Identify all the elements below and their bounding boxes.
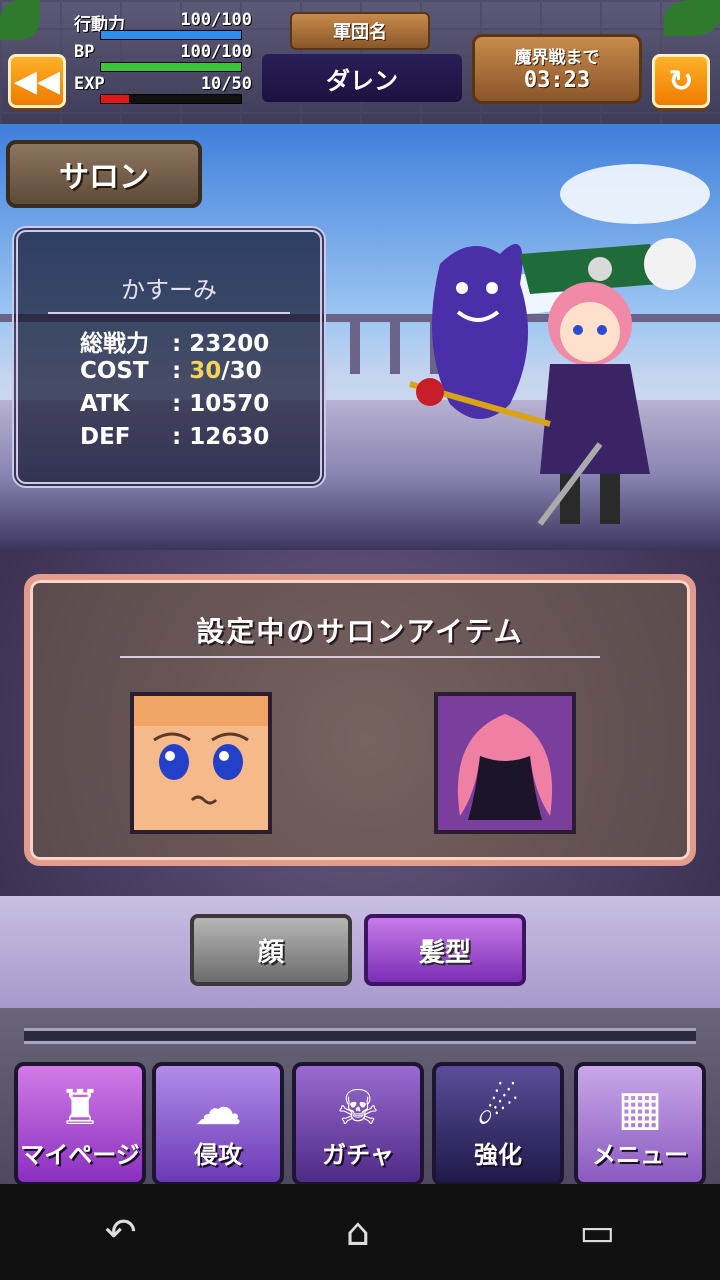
hair-item-icon — [438, 696, 572, 830]
character-scene: サロン かすーみ 総戦力: 23200 COST: 30/30 ATK: 105… — [0, 124, 720, 550]
stat-key: ATK — [80, 391, 130, 417]
exp-label: EXP — [74, 74, 105, 94]
stamina-row: 行動力 100/100 — [70, 8, 254, 40]
vine-decoration — [664, 0, 720, 36]
system-back-icon[interactable]: ↶ — [105, 1210, 137, 1254]
tab-hair[interactable]: 髪型 — [364, 914, 526, 986]
stat-value-highlight: 30 — [189, 358, 222, 384]
tab-face[interactable]: 顔 — [190, 914, 352, 986]
stat-value: 23200 — [189, 331, 270, 357]
corps-name: ダレン — [262, 54, 462, 102]
panel-title: 設定中のサロンアイテム — [196, 615, 524, 648]
hair-item-slot[interactable] — [434, 692, 576, 834]
timer-label: 魔界戦まで — [514, 48, 600, 68]
nav-label: マイページ — [20, 1141, 140, 1169]
salon-item-area: 設定中のサロンアイテム — [0, 550, 720, 896]
stat-key: COST — [80, 358, 149, 384]
cloud — [560, 164, 710, 224]
nav-menu[interactable]: ▦ メニュー — [574, 1062, 706, 1186]
divider — [120, 656, 600, 658]
nav-gacha[interactable]: ☠ ガチャ — [292, 1062, 424, 1186]
face-item-slot[interactable] — [130, 692, 272, 834]
stat-key: 総戦力 — [80, 331, 149, 357]
stat-colon: : — [172, 424, 190, 450]
stamina-bar — [100, 30, 242, 40]
grid-icon: ▦ — [617, 1080, 663, 1136]
vine-decoration — [0, 0, 40, 40]
exp-value: 10/50 — [200, 74, 252, 94]
exp-row: EXP 10/50 — [70, 72, 254, 104]
salon-item-panel: 設定中のサロンアイテム — [24, 574, 696, 866]
top-hud: ◀◀ 行動力 100/100 BP 100/100 EXP 10/50 軍団名 … — [0, 0, 720, 124]
reload-button[interactable]: ↻ — [652, 54, 710, 108]
bp-row: BP 100/100 — [70, 40, 254, 72]
map-icon: ☁ — [194, 1080, 242, 1136]
power-icon: ☄ — [476, 1080, 520, 1136]
nav-invade[interactable]: ☁ 侵攻 — [152, 1062, 284, 1186]
skull-icon: ☠ — [336, 1080, 380, 1136]
character-illustration — [409, 238, 696, 526]
exp-bar — [100, 94, 242, 104]
system-recents-icon[interactable]: ▭ — [579, 1210, 615, 1254]
railing-post — [390, 314, 400, 374]
salon-sign: サロン — [6, 140, 202, 208]
item-category-tabs: 顔 髪型 — [0, 896, 720, 1008]
bp-value: 100/100 — [180, 42, 252, 62]
stat-key: DEF — [80, 424, 131, 450]
exp-bar-fill — [101, 95, 129, 103]
stamina-value: 100/100 — [180, 10, 252, 30]
bottom-navigation: ♜ マイページ ☁ 侵攻 ☠ ガチャ ☄ 強化 ▦ メニュー — [0, 1008, 720, 1186]
stat-value: 12630 — [189, 424, 270, 450]
bp-label: BP — [74, 42, 95, 62]
character-stats-box: かすーみ 総戦力: 23200 COST: 30/30 ATK: 10570 D… — [12, 226, 326, 488]
back-button[interactable]: ◀◀ — [8, 54, 66, 108]
demon-war-timer: 魔界戦まで 03:23 — [472, 34, 642, 104]
nav-enhance[interactable]: ☄ 強化 — [432, 1062, 564, 1186]
divider — [48, 312, 290, 314]
stat-colon: : — [172, 331, 190, 357]
stamina-bar-fill — [101, 31, 241, 39]
nav-label: 侵攻 — [194, 1141, 242, 1169]
rewind-icon: ◀◀ — [13, 63, 61, 99]
reload-icon: ↻ — [668, 63, 694, 99]
railing-post — [350, 314, 360, 374]
stat-atk: ATK: 10570 — [80, 391, 269, 417]
nav-rail — [24, 1028, 696, 1044]
bp-bar — [100, 62, 242, 72]
nav-label: 強化 — [474, 1141, 522, 1169]
stat-colon: : — [172, 358, 190, 384]
nav-mypage[interactable]: ♜ マイページ — [14, 1062, 146, 1186]
system-navigation-bar: ↶ ⌂ ▭ — [0, 1184, 720, 1280]
timer-value: 03:23 — [523, 68, 591, 93]
stat-total-power: 総戦力: 23200 — [80, 324, 269, 358]
system-home-icon[interactable]: ⌂ — [346, 1210, 370, 1254]
stat-colon: : — [172, 391, 190, 417]
stat-def: DEF: 12630 — [80, 424, 269, 450]
stat-value: 10570 — [189, 391, 270, 417]
stat-cost: COST: 30/30 — [80, 358, 262, 384]
face-item-icon — [134, 696, 268, 830]
player-stats: 行動力 100/100 BP 100/100 EXP 10/50 — [70, 8, 254, 104]
corps-label: 軍団名 — [290, 12, 430, 50]
nav-label: ガチャ — [322, 1141, 394, 1169]
castle-icon: ♜ — [58, 1080, 102, 1136]
nav-label: メニュー — [592, 1141, 688, 1169]
stat-value: /30 — [221, 358, 262, 384]
bp-bar-fill — [101, 63, 241, 71]
character-name: かすーみ — [121, 276, 217, 304]
